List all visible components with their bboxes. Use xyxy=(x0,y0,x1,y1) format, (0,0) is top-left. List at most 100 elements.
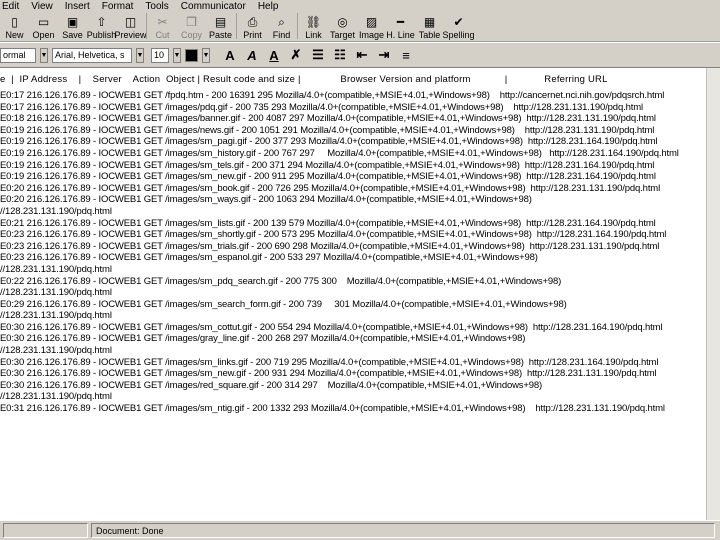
chevron-down-icon[interactable]: ▼ xyxy=(173,47,181,63)
log-line: E0:17 216.126.176.89 - IOCWEB1 GET /imag… xyxy=(0,101,643,113)
log-line: E0:17 216.126.176.89 - IOCWEB1 GET /fpdq… xyxy=(0,90,665,101)
log-line: //128.231.131.190/pdq.html xyxy=(0,345,112,357)
indent-icon[interactable]: ⇥ xyxy=(376,47,392,63)
log-line: E0:22 216.126.176.89 - IOCWEB1 GET /imag… xyxy=(0,275,562,287)
menu-communicator[interactable]: Communicator xyxy=(179,1,248,12)
copy-icon: ❐ xyxy=(186,15,197,29)
toolbar-label: Print xyxy=(243,30,262,40)
print-icon: ⎙ xyxy=(247,14,258,29)
toolbar-label: Copy xyxy=(180,30,202,40)
h-line-button[interactable]: ━ H. Line xyxy=(386,11,415,41)
font-size-select[interactable]: 10 xyxy=(151,47,169,63)
composition-toolbar: ▯ New ▭ Open ▣ Save ⇧ Publish ◫ Preview ✂ Cut ❐ Copy ▤… xyxy=(0,12,720,42)
menu-tools[interactable]: Tools xyxy=(143,1,170,12)
link-button[interactable]: ⛓ Link xyxy=(299,11,328,41)
menu-edit[interactable]: Edit xyxy=(0,1,21,12)
horizontal-line-icon: ━ xyxy=(396,15,405,29)
save-icon: ▣ xyxy=(66,15,79,29)
log-line: E0:30 216.126.176.89 - IOCWEB1 GET /imag… xyxy=(0,379,543,391)
format-buttons: A A A ✗ ☰ ☷ ⇤ ⇥ ≡ xyxy=(222,47,414,63)
log-header: e | IP Address | Server Action Object | … xyxy=(0,74,608,85)
numbered-list-icon[interactable]: ☷ xyxy=(332,47,348,63)
log-line: E0:19 216.126.176.89 - IOCWEB1 GET /imag… xyxy=(0,171,656,183)
toolbar-separator xyxy=(236,13,237,39)
toolbar-separator xyxy=(297,13,298,39)
underline-icon[interactable]: A xyxy=(266,47,282,63)
toolbar-label: Target xyxy=(329,30,355,40)
log-line: E0:19 216.126.176.89 - IOCWEB1 GET /imag… xyxy=(0,147,679,159)
chevron-down-icon[interactable]: ▼ xyxy=(136,47,144,63)
image-icon: ▨ xyxy=(365,15,378,29)
preview-button[interactable]: ◫ Preview xyxy=(115,11,147,41)
log-line: E0:23 216.126.176.89 - IOCWEB1 GET /imag… xyxy=(0,252,538,264)
chevron-down-icon[interactable]: ▼ xyxy=(202,47,210,63)
image-button[interactable]: ▨ Image xyxy=(357,11,386,41)
cut-icon: ✂ xyxy=(157,15,168,29)
toolbar-label: Image xyxy=(358,30,384,40)
bold-icon[interactable]: A xyxy=(222,47,238,63)
new-button[interactable]: ▯ New xyxy=(0,11,29,41)
toolbar-label: Link xyxy=(305,30,322,40)
menu-format[interactable]: Format xyxy=(100,1,136,12)
open-button[interactable]: ▭ Open xyxy=(29,11,58,41)
toolbar-label: H. Line xyxy=(386,30,415,40)
log-line: E0:30 216.126.176.89 - IOCWEB1 GET /imag… xyxy=(0,356,659,368)
publish-button[interactable]: ⇧ Publish xyxy=(86,11,117,41)
document-editor[interactable]: e | IP Address | Server Action Object | … xyxy=(0,68,720,520)
spelling-button[interactable]: ✔ Spelling xyxy=(442,11,475,41)
log-line: E0:23 216.126.176.89 - IOCWEB1 GET /imag… xyxy=(0,240,660,252)
paste-button[interactable]: ▤ Paste xyxy=(206,11,235,41)
toolbar-separator xyxy=(146,13,147,39)
target-button[interactable]: ◎ Target xyxy=(328,11,357,41)
log-line: E0:30 216.126.176.89 - IOCWEB1 GET /imag… xyxy=(0,368,657,380)
log-line: E0:19 216.126.176.89 - IOCWEB1 GET /imag… xyxy=(0,136,658,148)
log-line: E0:21 216.126.176.89 - IOCWEB1 GET /imag… xyxy=(0,217,656,229)
log-line: E0:31 216.126.176.89 - IOCWEB1 GET /imag… xyxy=(0,403,665,415)
toolbar-label: Spelling xyxy=(442,30,475,40)
save-button[interactable]: ▣ Save xyxy=(58,11,87,41)
open-icon: ▭ xyxy=(37,15,50,29)
toolbar-label: Table xyxy=(418,30,441,40)
toolbar-label: Paste xyxy=(208,30,232,40)
copy-button[interactable]: ❐ Copy xyxy=(177,11,206,41)
toolbar-label: Save xyxy=(62,30,83,40)
italic-icon[interactable]: A xyxy=(244,47,260,63)
link-icon: ⛓ xyxy=(305,15,322,29)
log-line: E0:30 216.126.176.89 - IOCWEB1 GET /imag… xyxy=(0,333,526,345)
bullet-list-icon[interactable]: ☰ xyxy=(310,47,326,63)
log-line: E0:23 216.126.176.89 - IOCWEB1 GET /imag… xyxy=(0,229,667,241)
log-line: E0:30 216.126.176.89 - IOCWEB1 GET /imag… xyxy=(0,321,663,333)
toolbar-label: Open xyxy=(32,30,55,40)
vertical-scrollbar[interactable] xyxy=(706,68,720,520)
log-line: E0:29 216.126.176.89 - IOCWEB1 GET /imag… xyxy=(0,298,567,310)
publish-icon: ⇧ xyxy=(96,15,107,29)
log-lines: E0:17 216.126.176.89 - IOCWEB1 GET /fpdq… xyxy=(0,90,720,415)
table-button[interactable]: ▦ Table xyxy=(415,11,444,41)
chevron-down-icon[interactable]: ▼ xyxy=(40,47,48,63)
menu-help[interactable]: Help xyxy=(256,1,281,12)
paragraph-style-select[interactable]: ormal xyxy=(0,47,36,63)
log-line: //128.231.131.190/pdq.html xyxy=(0,287,112,299)
spelling-icon: ✔ xyxy=(453,15,464,29)
new-icon: ▯ xyxy=(11,15,18,29)
formatting-toolbar: ormal ▼ Arial, Helvetica, s ▼ 10 ▼ ▼ AAA… xyxy=(0,43,720,68)
clear-styles-icon[interactable]: ✗ xyxy=(288,47,304,63)
find-icon: ⌕ xyxy=(278,14,285,29)
preview-icon: ◫ xyxy=(124,15,137,29)
toolbar-label: Publish xyxy=(86,30,117,40)
align-icon[interactable]: ≡ xyxy=(398,47,414,63)
toolbar-label: Cut xyxy=(155,30,170,40)
menu-view[interactable]: View xyxy=(29,1,55,12)
status-icons xyxy=(3,523,88,538)
log-line: //128.231.131.190/pdq.html xyxy=(0,205,112,217)
font-family-select[interactable]: Arial, Helvetica, s xyxy=(52,47,132,63)
find-button[interactable]: ⌕ Find xyxy=(267,11,296,41)
menu-insert[interactable]: Insert xyxy=(63,1,92,12)
log-line: E0:19 216.126.176.89 - IOCWEB1 GET /imag… xyxy=(0,159,655,171)
log-line: E0:20 216.126.176.89 - IOCWEB1 GET /imag… xyxy=(0,182,661,194)
outdent-icon[interactable]: ⇤ xyxy=(354,47,370,63)
cut-button[interactable]: ✂ Cut xyxy=(148,11,177,41)
log-line: E0:18 216.126.176.89 - IOCWEB1 GET /imag… xyxy=(0,113,656,125)
print-button[interactable]: ⎙ Print xyxy=(238,11,267,41)
text-color-picker[interactable] xyxy=(185,48,198,62)
